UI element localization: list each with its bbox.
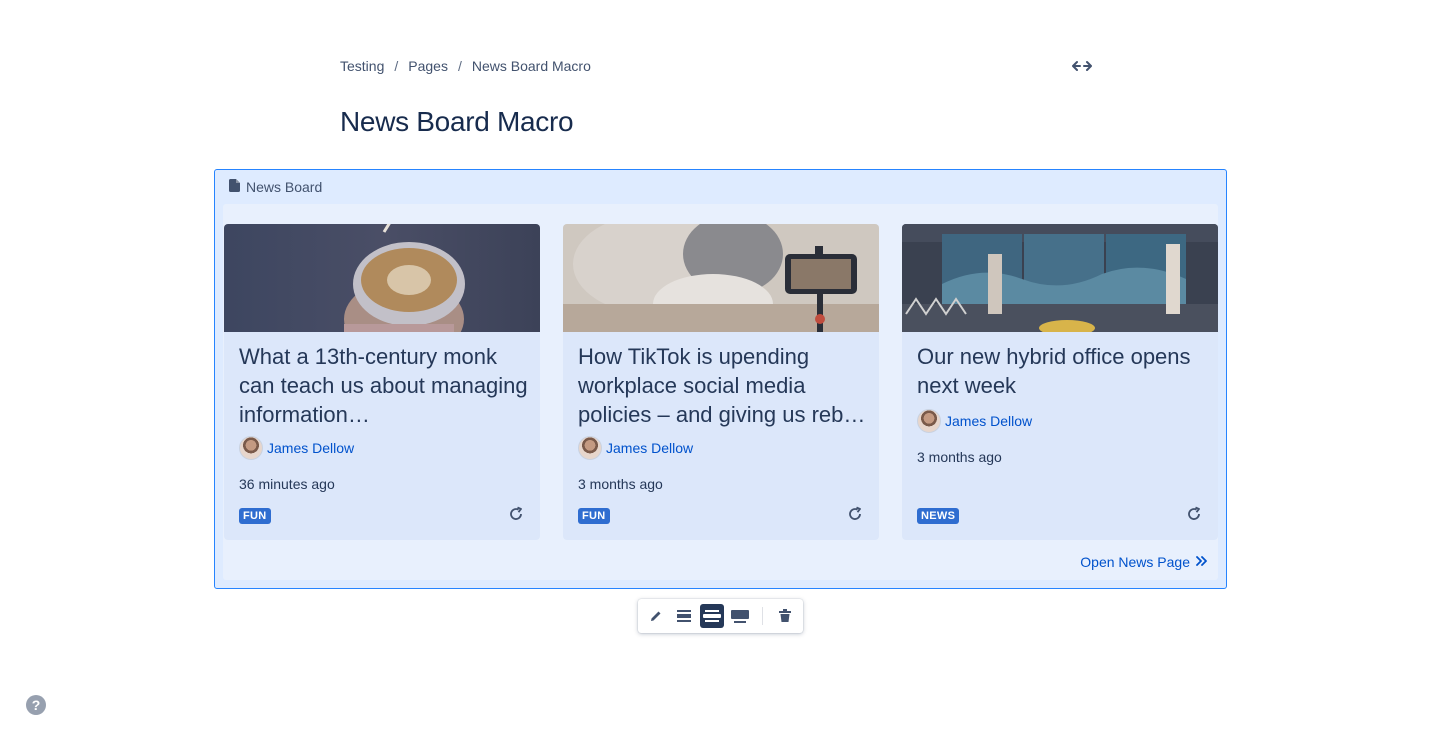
phone-on-tripod-photo[interactable] [563,224,879,332]
double-chevron-right-icon [1196,554,1208,570]
author-name[interactable]: James Dellow [606,440,693,456]
breadcrumb-item-testing[interactable]: Testing [340,58,384,74]
news-card-author[interactable]: James Dellow [239,436,354,460]
latte-art-photo[interactable] [224,224,540,332]
news-card[interactable]: What a 13th-century monk can teach us ab… [224,224,540,540]
office-screens-photo[interactable] [902,224,1218,332]
breadcrumb-item-current[interactable]: News Board Macro [472,58,591,74]
news-card-tag[interactable]: NEWS [917,508,960,524]
news-board-macro[interactable]: News Board What a 13th-century monk can … [214,169,1227,589]
news-card-time: 3 months ago [578,476,663,492]
refresh-icon[interactable] [1186,506,1202,522]
open-news-page-label[interactable]: Open News Page [1080,554,1190,570]
macro-header: News Board [229,179,322,195]
avatar [578,436,602,460]
refresh-icon[interactable] [508,506,524,522]
news-card-time: 3 months ago [917,449,1002,465]
news-card-title[interactable]: What a 13th-century monk can teach us ab… [239,342,529,429]
delete-icon[interactable] [773,604,797,628]
news-card-tag[interactable]: FUN [578,508,610,524]
page-icon [229,179,240,195]
news-board-body: What a 13th-century monk can teach us ab… [223,204,1218,580]
news-card[interactable]: Our new hybrid office opens next week Ja… [902,224,1218,540]
breadcrumb-separator: / [394,58,399,74]
macro-label: News Board [246,179,323,195]
author-name[interactable]: James Dellow [945,413,1032,429]
breadcrumb-item-pages[interactable]: Pages [408,58,448,74]
news-card[interactable]: How TikTok is upending workplace social … [563,224,879,540]
news-card-title[interactable]: How TikTok is upending workplace social … [578,342,868,429]
avatar [239,436,263,460]
help-button[interactable]: ? [26,695,46,715]
wide-layout-icon[interactable] [700,604,724,628]
avatar [917,409,941,433]
news-card-title[interactable]: Our new hybrid office opens next week [917,342,1207,400]
breadcrumb: Testing / Pages / News Board Macro [340,58,591,74]
news-card-time: 36 minutes ago [239,476,335,492]
news-card-author[interactable]: James Dellow [917,409,1032,433]
toolbar-divider [762,607,763,625]
macro-toolbar [638,599,803,633]
full-width-layout-icon[interactable] [728,604,752,628]
news-card-author[interactable]: James Dellow [578,436,693,460]
edit-icon[interactable] [644,604,668,628]
news-card-tag[interactable]: FUN [239,508,271,524]
expand-width-icon[interactable] [1070,56,1094,76]
breadcrumb-separator: / [457,58,462,74]
open-news-page-link[interactable]: Open News Page [1080,554,1208,570]
refresh-icon[interactable] [847,506,863,522]
author-name[interactable]: James Dellow [267,440,354,456]
center-layout-icon[interactable] [672,604,696,628]
page-title: News Board Macro [340,106,574,137]
